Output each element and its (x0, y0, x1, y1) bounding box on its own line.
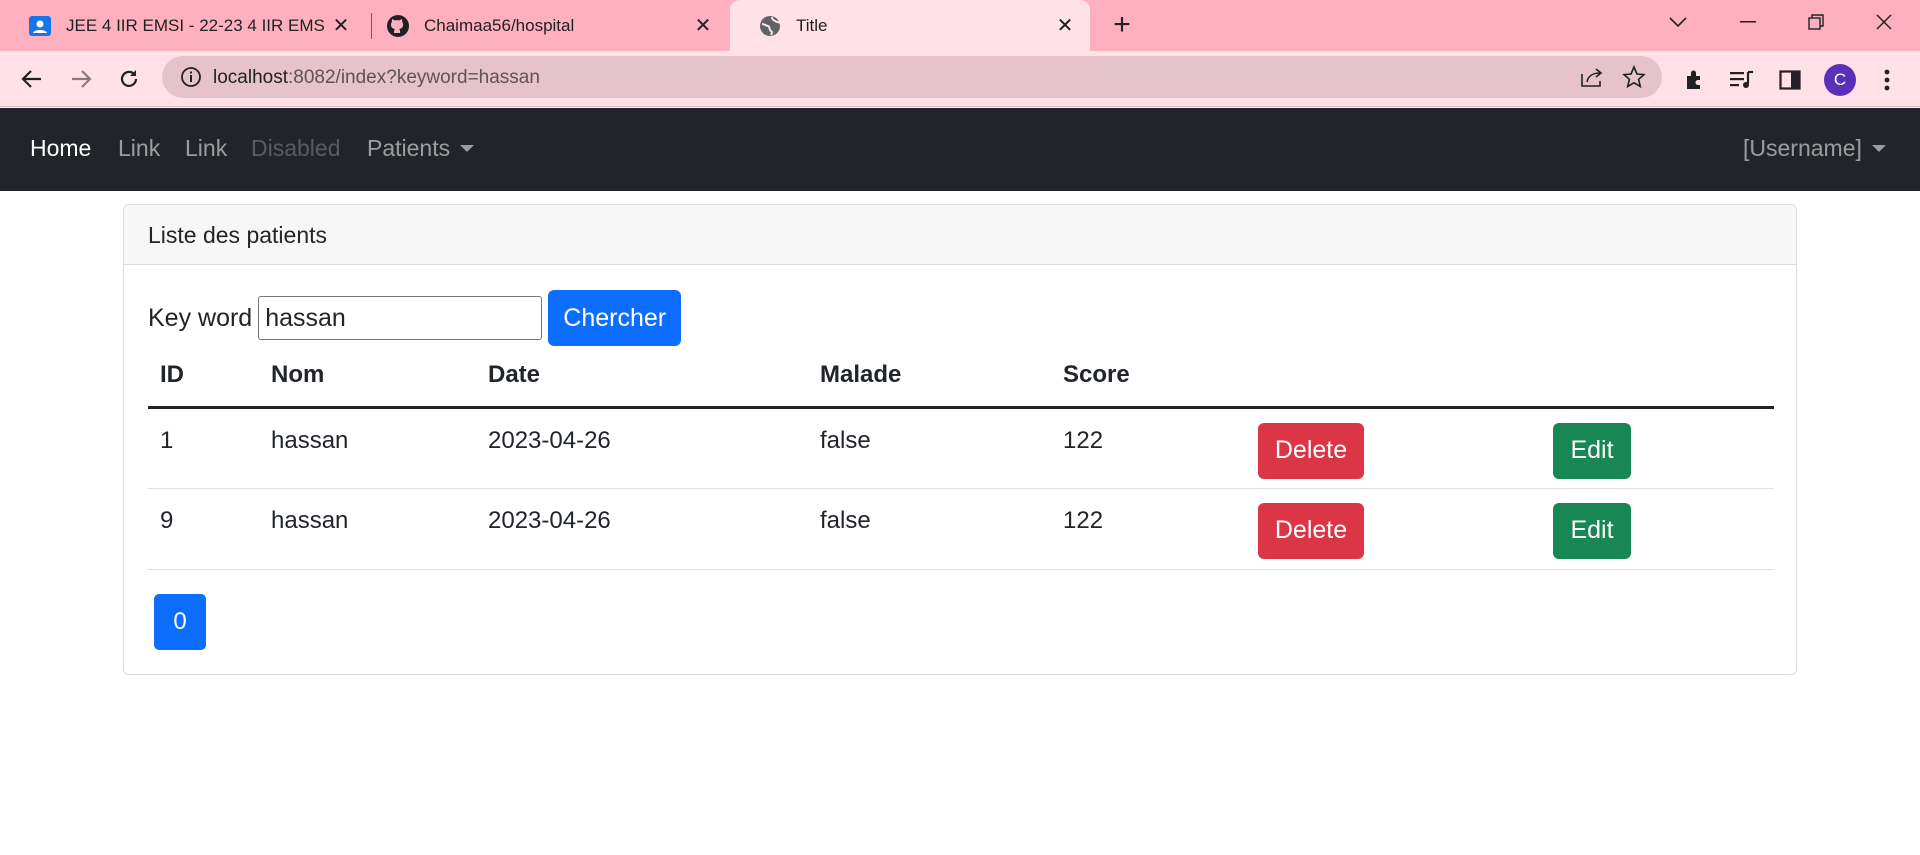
close-icon[interactable]: ✕ (688, 11, 718, 41)
app-navbar: Home Link Link Disabled Patients [Userna… (0, 108, 1920, 191)
browser-toolbar: localhost:8082/index?keyword=hassan C (0, 51, 1920, 107)
tab-title: Title (796, 15, 828, 35)
nav-patients-dropdown[interactable]: Patients (367, 135, 475, 162)
nav-username-dropdown[interactable]: [Username] (1743, 135, 1886, 162)
search-form: Key word Chercher (148, 290, 682, 346)
kebab-menu-icon[interactable] (1872, 65, 1902, 95)
cell-nom: hassan (259, 488, 476, 570)
side-panel-icon[interactable] (1775, 65, 1805, 95)
pagination-page-button[interactable]: 0 (154, 594, 206, 650)
delete-button[interactable]: Delete (1258, 422, 1364, 479)
table-row: 1 hassan 2023-04-26 false 122 Delete Edi… (148, 407, 1774, 489)
github-icon (386, 14, 410, 38)
close-icon[interactable]: ✕ (326, 11, 356, 41)
card-header: Liste des patients (124, 205, 1796, 265)
column-header-nom: Nom (259, 353, 476, 409)
column-header-malade: Malade (808, 353, 1051, 409)
caret-down-icon (1871, 144, 1886, 152)
profile-avatar[interactable]: C (1824, 64, 1856, 96)
close-icon[interactable]: ✕ (1050, 11, 1080, 41)
restore-button[interactable] (1786, 0, 1846, 44)
minimize-button[interactable] (1718, 0, 1778, 44)
cell-score: 122 (1051, 407, 1246, 489)
chevron-down-icon[interactable] (1648, 0, 1708, 44)
address-bar[interactable]: localhost:8082/index?keyword=hassan (162, 56, 1662, 98)
cell-malade: false (808, 488, 1051, 570)
puzzle-icon[interactable] (1680, 65, 1710, 95)
keyword-label: Key word (148, 303, 253, 332)
column-header-delete (1246, 353, 1541, 409)
keyword-input[interactable] (258, 296, 543, 340)
edit-button[interactable]: Edit (1553, 422, 1631, 479)
back-icon[interactable] (14, 61, 50, 97)
delete-button[interactable]: Delete (1258, 502, 1364, 559)
column-header-score: Score (1051, 353, 1246, 409)
patients-card: Liste des patients Key word Chercher ID … (123, 204, 1797, 675)
edit-button[interactable]: Edit (1553, 502, 1631, 559)
caret-down-icon (460, 144, 475, 152)
cell-malade: false (808, 407, 1051, 489)
reload-icon[interactable] (111, 61, 147, 97)
cell-edit: Edit (1541, 488, 1774, 570)
column-header-date: Date (476, 353, 808, 409)
cell-delete: Delete (1246, 407, 1541, 489)
browser-tab-classroom[interactable]: JEE 4 IIR EMSI - 22-23 4 IIR EMSI ✕ (0, 0, 366, 51)
nav-disabled: Disabled (251, 135, 341, 161)
cell-date: 2023-04-26 (476, 488, 808, 570)
cell-date: 2023-04-26 (476, 407, 808, 489)
table-row: 9 hassan 2023-04-26 false 122 Delete Edi… (148, 488, 1774, 570)
column-header-edit (1541, 353, 1774, 409)
search-button[interactable]: Chercher (548, 290, 682, 346)
tab-title: JEE 4 IIR EMSI - 22-23 4 IIR EMSI (66, 15, 326, 35)
cell-score: 122 (1051, 488, 1246, 570)
tab-title: Chaimaa56/hospital (424, 15, 575, 35)
nav-link-2[interactable]: Link (185, 135, 227, 162)
column-header-id: ID (148, 353, 259, 409)
cell-id: 9 (148, 488, 259, 570)
browser-tab-title[interactable]: Title ✕ (730, 0, 1090, 51)
nav-link-1[interactable]: Link (118, 135, 160, 162)
new-tab-button[interactable]: + (1106, 10, 1138, 42)
forward-icon[interactable] (63, 61, 99, 97)
media-queue-icon[interactable] (1727, 65, 1757, 95)
share-icon[interactable] (1580, 66, 1604, 93)
star-icon[interactable] (1622, 64, 1646, 94)
nav-patients-label: Patients (367, 135, 451, 161)
table-header-row: ID Nom Date Malade Score (148, 353, 1774, 409)
info-icon[interactable] (180, 66, 202, 93)
close-window-button[interactable] (1854, 0, 1914, 44)
cell-edit: Edit (1541, 407, 1774, 489)
nav-username-label: [Username] (1743, 135, 1862, 161)
browser-tabstrip: JEE 4 IIR EMSI - 22-23 4 IIR EMSI ✕ Chai… (0, 0, 1920, 51)
cell-id: 1 (148, 407, 259, 489)
classroom-icon (28, 14, 52, 38)
nav-home[interactable]: Home (30, 135, 91, 162)
patients-table: ID Nom Date Malade Score 1 hassan 2023-0… (148, 353, 1774, 570)
url-text: localhost:8082/index?keyword=hassan (213, 67, 540, 88)
cell-delete: Delete (1246, 488, 1541, 570)
browser-tab-github[interactable]: Chaimaa56/hospital ✕ (358, 0, 728, 51)
globe-icon (758, 14, 782, 38)
cell-nom: hassan (259, 407, 476, 489)
